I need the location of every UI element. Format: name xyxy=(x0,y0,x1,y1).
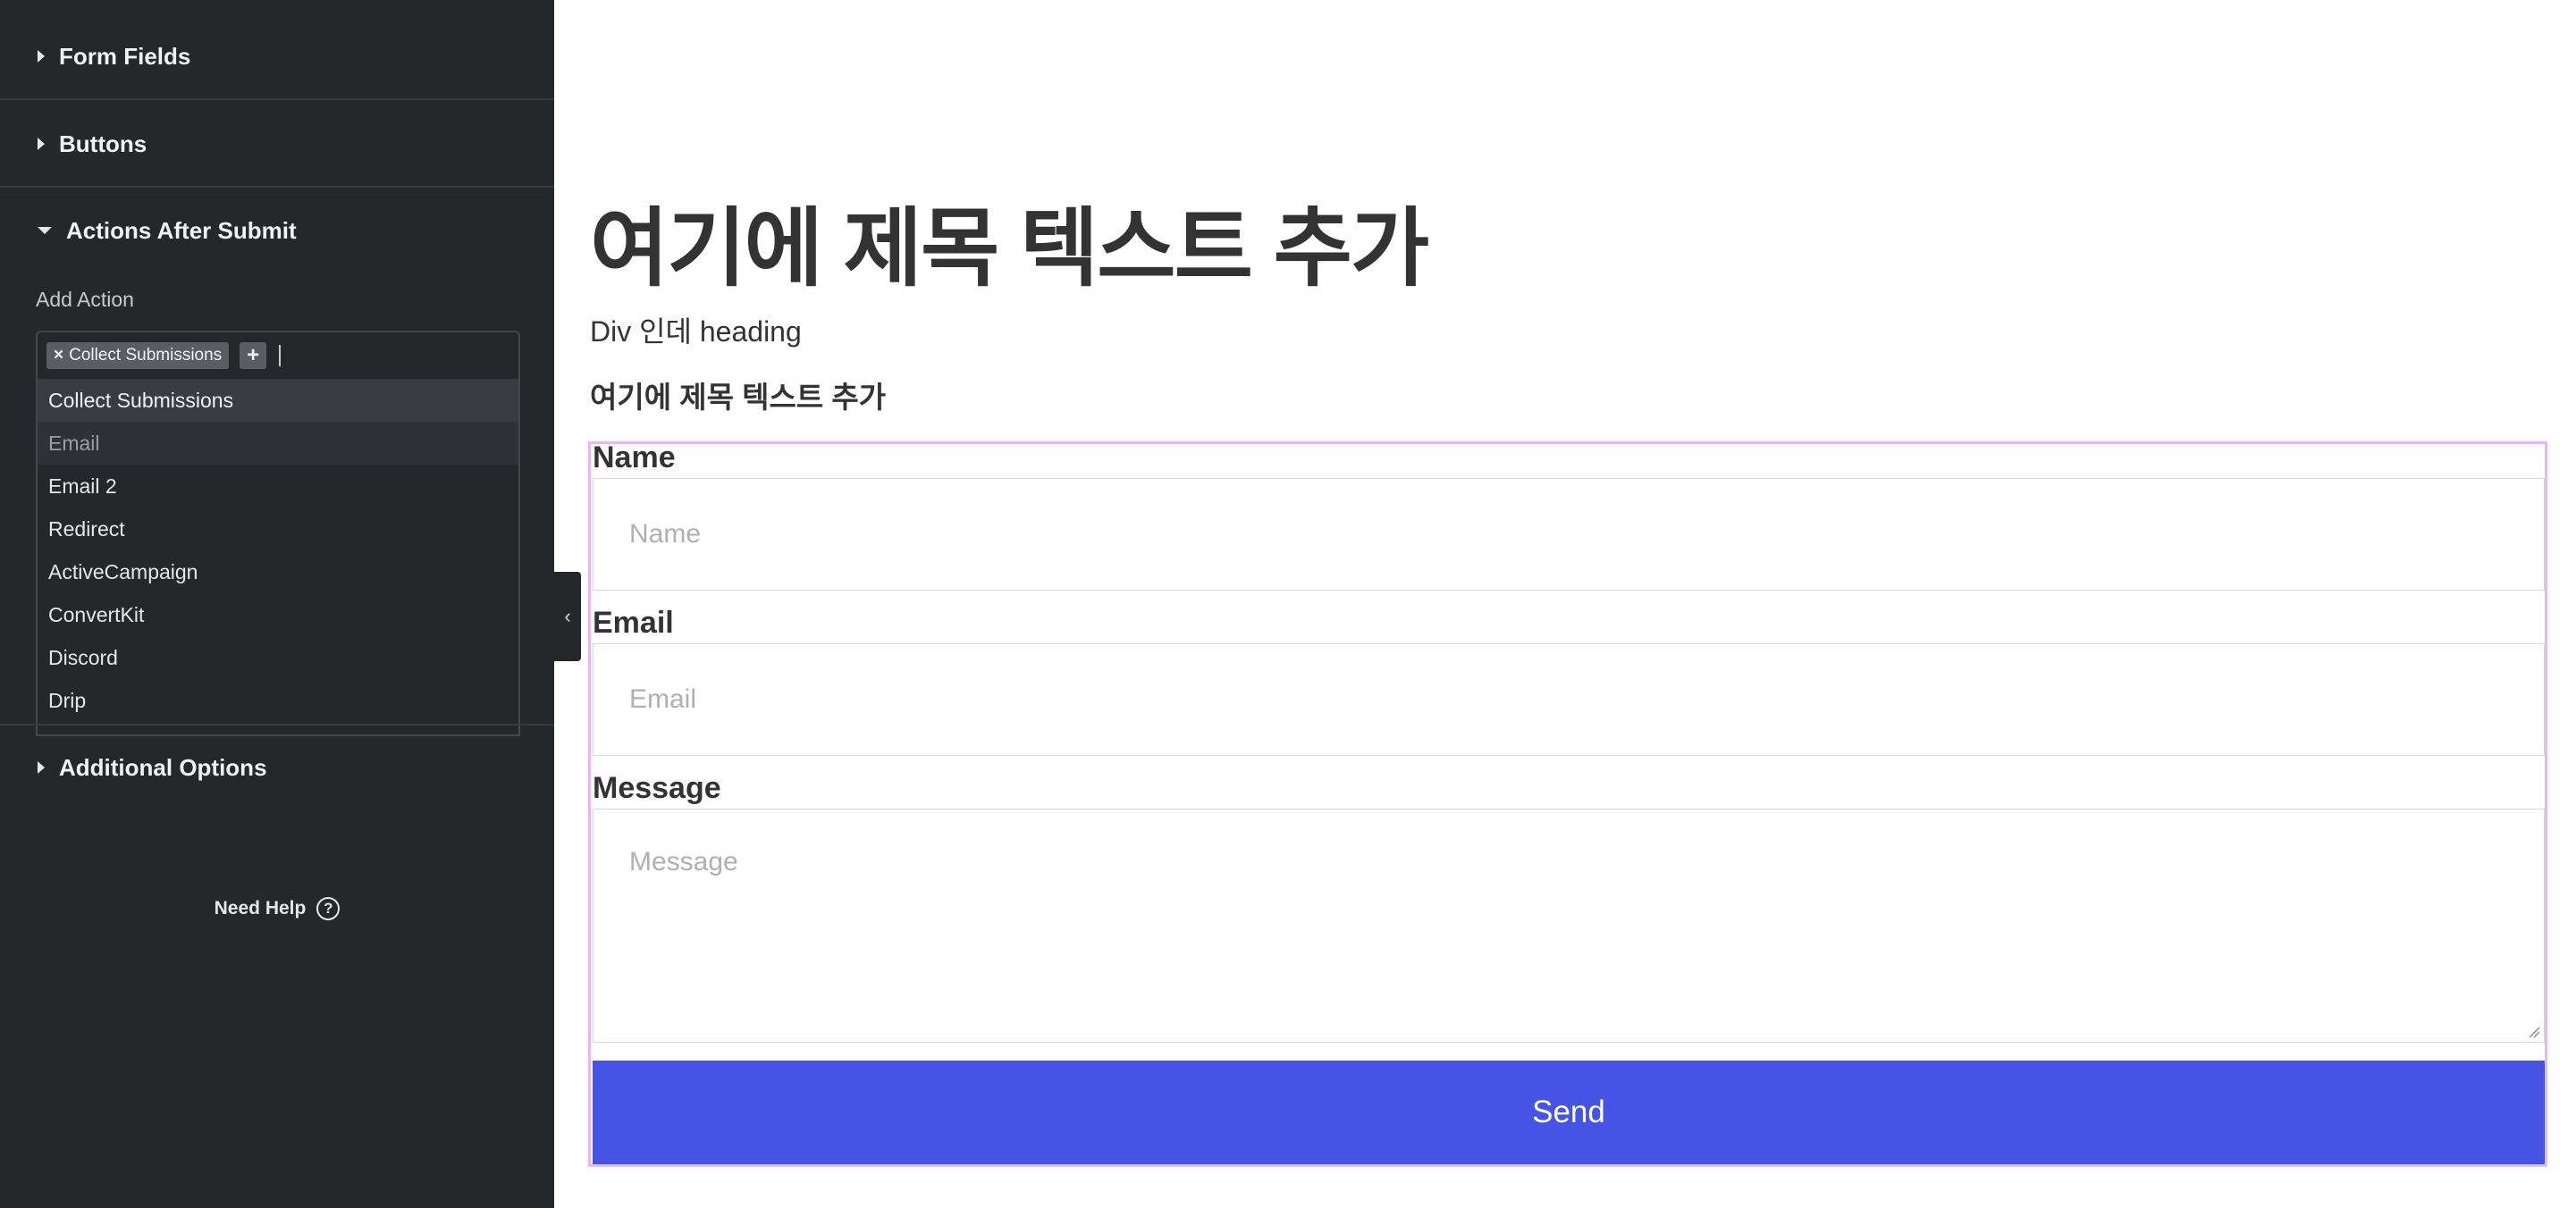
name-field[interactable]: Name xyxy=(593,478,2545,591)
chip-label: Collect Submissions xyxy=(69,346,223,365)
caret-right-icon xyxy=(38,50,45,63)
email-field[interactable]: Email xyxy=(593,643,2545,756)
message-field[interactable]: Message xyxy=(593,809,2545,1043)
help-icon: ? xyxy=(316,897,341,920)
section-title: Actions After Submit xyxy=(66,216,297,244)
option-redirect[interactable]: Redirect xyxy=(38,508,518,550)
section-title: Additional Options xyxy=(59,753,267,781)
section-title: Buttons xyxy=(59,130,147,157)
section-additional-options[interactable]: Additional Options xyxy=(0,724,554,810)
caret-down-icon xyxy=(38,227,52,234)
section-buttons[interactable]: Buttons xyxy=(0,102,554,188)
contact-form[interactable]: Name Name Email Email Message Message Se… xyxy=(588,440,2547,1167)
section-form-fields[interactable]: Form Fields xyxy=(0,14,554,100)
section-actions-after-submit[interactable]: Actions After Submit xyxy=(0,188,554,273)
add-action-label: Add Action xyxy=(36,288,134,311)
resize-grip-icon[interactable] xyxy=(2528,1026,2540,1038)
page-heading: 여기에 제목 텍스트 추가 xyxy=(590,201,1429,297)
option-email[interactable]: Email xyxy=(38,422,518,465)
action-options-dropdown: Collect Submissions Email Email 2 Redire… xyxy=(36,379,520,736)
add-action-button[interactable]: + xyxy=(240,342,267,369)
option-discord[interactable]: Discord xyxy=(38,636,518,679)
option-activecampaign[interactable]: ActiveCampaign xyxy=(38,550,518,593)
caret-right-icon xyxy=(38,761,45,774)
option-email-2[interactable]: Email 2 xyxy=(38,465,518,508)
option-drip[interactable]: Drip xyxy=(38,679,518,722)
send-button[interactable]: Send xyxy=(593,1061,2545,1164)
preview-canvas: 여기에 제목 텍스트 추가 Div 인데 heading 여기에 제목 텍스트 … xyxy=(581,0,2576,1208)
sub-heading: 여기에 제목 텍스트 추가 xyxy=(590,381,887,414)
chip-remove-icon[interactable]: × xyxy=(54,346,63,365)
option-convertkit[interactable]: ConvertKit xyxy=(38,593,518,636)
section-title: Form Fields xyxy=(59,42,191,70)
name-label: Name xyxy=(593,440,676,474)
message-placeholder: Message xyxy=(629,847,738,877)
message-label: Message xyxy=(593,771,721,805)
need-help-link[interactable]: Need Help ? xyxy=(0,897,554,920)
email-label: Email xyxy=(593,606,674,640)
selected-action-chip[interactable]: × Collect Submissions xyxy=(46,342,230,369)
need-help-label: Need Help xyxy=(214,898,307,919)
text-cursor xyxy=(279,345,282,366)
panel-collapse-toggle[interactable]: ‹ xyxy=(554,572,581,661)
div-text: Div 인데 heading xyxy=(590,315,802,348)
add-action-select[interactable]: × Collect Submissions + xyxy=(36,331,520,381)
option-collect-submissions[interactable]: Collect Submissions xyxy=(38,379,518,422)
editor-panel: Form Fields Buttons Actions After Submit… xyxy=(0,0,554,1208)
caret-right-icon xyxy=(38,138,45,150)
